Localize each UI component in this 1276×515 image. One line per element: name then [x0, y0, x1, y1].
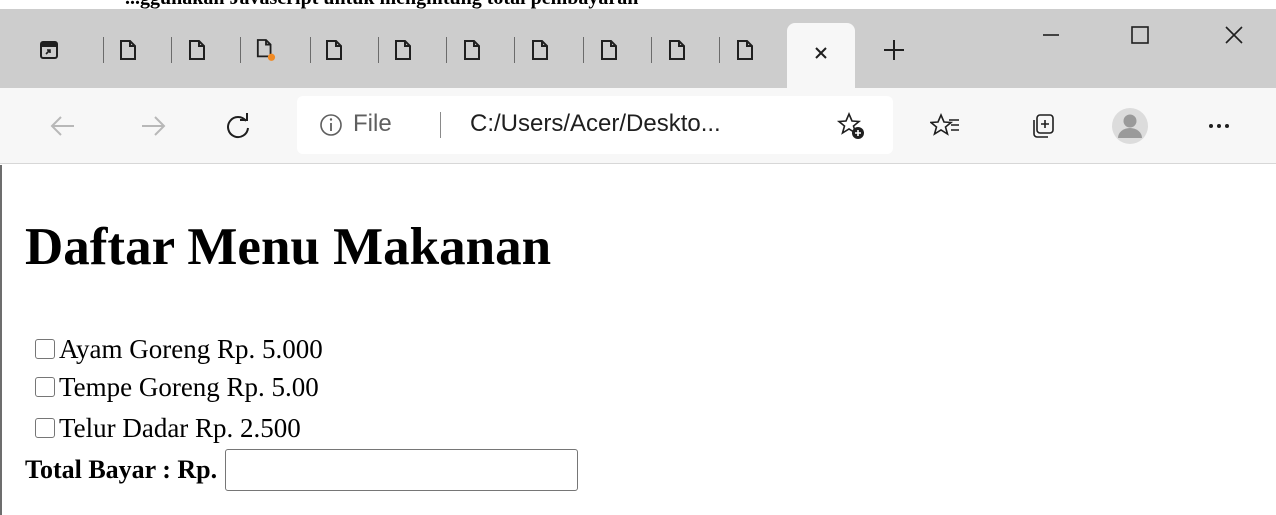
- close-tab-icon[interactable]: [807, 39, 835, 67]
- page-icon[interactable]: [735, 37, 755, 63]
- minimize-button[interactable]: [1023, 15, 1079, 55]
- more-options-icon[interactable]: [1197, 104, 1241, 148]
- menu-item-label: Telur Dadar Rp. 2.500: [59, 412, 301, 443]
- active-tab[interactable]: [787, 23, 855, 88]
- maximize-button[interactable]: [1112, 15, 1168, 55]
- file-scheme-label: File: [353, 110, 392, 137]
- tab-separator: [583, 37, 584, 63]
- page-icon[interactable]: [667, 37, 687, 63]
- address-bar[interactable]: File C:/Users/Acer/Deskto...: [297, 96, 893, 154]
- new-tab-button[interactable]: [875, 31, 913, 69]
- page-title: Daftar Menu Makanan: [25, 218, 552, 276]
- close-window-button[interactable]: [1206, 15, 1262, 55]
- edge-page-icon[interactable]: [39, 37, 59, 63]
- page-icon[interactable]: [530, 37, 550, 63]
- browser-toolbar: File C:/Users/Acer/Deskto...: [0, 88, 1276, 164]
- tab-strip: [0, 9, 1276, 88]
- profile-avatar-icon[interactable]: [1108, 104, 1152, 148]
- page-icon-with-update-dot[interactable]: [256, 37, 276, 63]
- menu-item-telur-dadar[interactable]: Telur Dadar Rp. 2.500: [35, 412, 301, 444]
- checkbox[interactable]: [35, 339, 55, 359]
- page-icon[interactable]: [393, 37, 413, 63]
- menu-item-tempe-goreng[interactable]: Tempe Goreng Rp. 5.00: [35, 371, 319, 403]
- page-icon[interactable]: [462, 37, 482, 63]
- checkbox[interactable]: [35, 418, 55, 438]
- tab-separator: [240, 37, 241, 63]
- info-icon[interactable]: [319, 113, 343, 137]
- back-arrow-icon[interactable]: [41, 104, 85, 148]
- total-label: Total Bayar : Rp.: [25, 455, 218, 484]
- menu-item-label: Tempe Goreng Rp. 5.00: [59, 371, 319, 402]
- total-row: Total Bayar : Rp.: [25, 449, 579, 491]
- page-icon[interactable]: [187, 37, 207, 63]
- tab-separator: [514, 37, 515, 63]
- add-favorite-icon[interactable]: [835, 110, 867, 142]
- collections-icon[interactable]: [1020, 104, 1064, 148]
- refresh-icon[interactable]: [216, 104, 260, 148]
- page-icon[interactable]: [324, 37, 344, 63]
- favorites-icon[interactable]: [923, 104, 967, 148]
- forward-arrow-icon[interactable]: [131, 104, 175, 148]
- page-icon[interactable]: [599, 37, 619, 63]
- menu-item-label: Ayam Goreng Rp. 5.000: [59, 333, 323, 364]
- page-icon[interactable]: [118, 37, 138, 63]
- address-separator: [440, 112, 441, 138]
- total-input[interactable]: [225, 449, 579, 491]
- tab-separator: [446, 37, 447, 63]
- window-left-edge: [0, 165, 2, 515]
- menu-item-ayam-goreng[interactable]: Ayam Goreng Rp. 5.000: [35, 333, 323, 365]
- url-text[interactable]: C:/Users/Acer/Deskto...: [470, 108, 721, 140]
- tab-separator: [719, 37, 720, 63]
- tab-separator: [651, 37, 652, 63]
- cropped-title-text: ...ggunakan Javascript untuk menghitung …: [0, 0, 1276, 9]
- tab-separator: [378, 37, 379, 63]
- tab-separator: [103, 37, 104, 63]
- tab-separator: [171, 37, 172, 63]
- cropped-title-label: ...ggunakan Javascript untuk menghitung …: [125, 0, 638, 9]
- tab-separator: [310, 37, 311, 63]
- checkbox[interactable]: [35, 377, 55, 397]
